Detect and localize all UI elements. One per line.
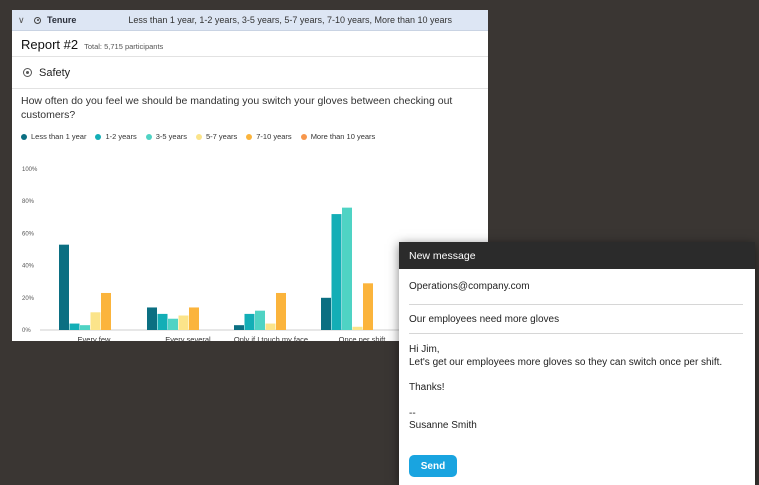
bar — [342, 207, 352, 330]
filter-name: Tenure — [47, 15, 77, 25]
y-tick-label: 60% — [22, 231, 35, 237]
x-category-label: Once per shift — [339, 335, 387, 341]
bar — [168, 318, 178, 330]
bar — [234, 325, 244, 330]
bar — [331, 214, 342, 330]
survey-question: How often do you feel we should be manda… — [21, 95, 453, 121]
bar — [90, 312, 101, 330]
x-category-label: Every several — [165, 335, 211, 341]
y-tick-label: 80% — [22, 199, 35, 205]
legend-label: More than 10 years — [310, 132, 376, 141]
radio-icon[interactable] — [23, 68, 32, 77]
bar — [321, 297, 331, 330]
legend-label: 3-5 years — [155, 132, 187, 141]
y-tick-label: 40% — [22, 264, 35, 270]
bar — [276, 292, 286, 330]
bar — [352, 326, 363, 330]
to-field[interactable]: Operations@company.com — [409, 269, 743, 305]
chart-legend: Less than 1 year 1-2 years 3-5 years 5-7… — [21, 132, 384, 141]
legend-dot — [95, 133, 102, 140]
body-line: Let's get our employees more gloves so t… — [409, 356, 723, 368]
y-tick-label: 100% — [22, 167, 38, 173]
bar — [178, 315, 189, 330]
body-dash: -- — [409, 407, 416, 419]
bar — [80, 325, 90, 330]
bar — [101, 292, 111, 330]
report-header: Report #2 Total: 5,715 participants — [12, 31, 488, 57]
legend-dot — [300, 133, 307, 140]
body-signature: Susanne Smith — [409, 420, 477, 431]
x-category-label: Only if I touch my face — [234, 335, 308, 341]
legend-dot — [145, 133, 152, 140]
legend-label: Less than 1 year — [31, 132, 87, 141]
body-greeting: Hi Jim, — [409, 344, 440, 355]
bar — [363, 283, 373, 330]
subject-field[interactable]: Our employees need more gloves — [409, 305, 743, 334]
bar — [189, 307, 199, 330]
legend-dot — [246, 133, 253, 140]
legend-item: Less than 1 year — [21, 132, 86, 141]
bar — [265, 323, 276, 330]
legend-label: 7-10 years — [256, 132, 292, 141]
bar — [69, 323, 80, 330]
x-category-label: Every few — [78, 335, 112, 341]
tenure-filter-bar[interactable]: ∨ Tenure Less than 1 year, 1-2 years, 3-… — [12, 10, 488, 31]
body-thanks: Thanks! — [409, 382, 445, 393]
new-message-window: New message Operations@company.com Our e… — [399, 242, 755, 485]
legend-item: 5-7 years — [195, 132, 238, 141]
participant-total: Total: 5,715 participants — [84, 42, 164, 51]
legend-item: More than 10 years — [300, 132, 376, 141]
legend-item: 3-5 years — [145, 132, 187, 141]
chevron-down-icon[interactable]: ∨ — [18, 15, 28, 26]
send-button[interactable]: Send — [409, 455, 457, 477]
bar — [244, 313, 255, 330]
legend-dot — [195, 133, 202, 140]
report-title: Report #2 — [21, 37, 79, 52]
y-tick-label: 20% — [22, 296, 35, 302]
bar — [157, 313, 168, 330]
bar — [147, 307, 157, 330]
legend-label: 5-7 years — [205, 132, 238, 141]
legend-item: 7-10 years — [246, 132, 292, 141]
legend-label: 1-2 years — [105, 132, 137, 141]
message-body[interactable]: Hi Jim, Let's get our employees more glo… — [399, 334, 755, 433]
radio-icon[interactable] — [34, 16, 41, 24]
filter-values: Less than 1 year, 1-2 years, 3-5 years, … — [128, 15, 453, 25]
compose-header: New message — [399, 242, 755, 269]
category-label: Safety — [39, 66, 71, 79]
bar — [59, 244, 69, 330]
y-tick-label: 0% — [22, 328, 31, 334]
legend-item: 1-2 years — [95, 132, 137, 141]
category-row[interactable]: Safety — [12, 57, 488, 89]
bar — [255, 310, 265, 330]
legend-dot — [21, 133, 27, 140]
